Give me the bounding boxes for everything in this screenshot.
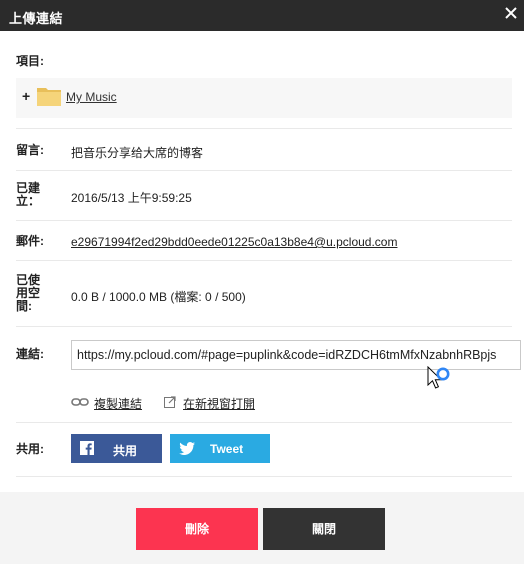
- divider: [16, 170, 512, 171]
- used-space-label-line: 間:: [16, 299, 32, 313]
- folder-link[interactable]: My Music: [66, 90, 117, 104]
- comment-value: 把音乐分享给大席的博客: [71, 146, 204, 160]
- facebook-icon: [80, 441, 94, 458]
- used-space-value: 0.0 B / 1000.0 MB (檔案: 0 / 500): [71, 290, 246, 304]
- close-button[interactable]: 關閉: [263, 508, 385, 550]
- created-label-line: 立：: [16, 194, 41, 208]
- email-label: 郵件:: [16, 234, 44, 248]
- dialog-titlebar: 上傳連結: [0, 0, 524, 31]
- comment-label: 留言:: [16, 143, 44, 157]
- twitter-icon: [179, 442, 195, 458]
- copy-link-button[interactable]: 複製連結: [94, 395, 142, 412]
- created-label: 已建 立：: [16, 182, 56, 208]
- open-new-window-button[interactable]: 在新視窗打開: [183, 395, 255, 412]
- dialog-footer: 刪除 關閉: [0, 492, 524, 564]
- facebook-share-button[interactable]: 共用: [71, 434, 162, 463]
- twitter-share-button[interactable]: Tweet: [170, 434, 270, 463]
- divider: [16, 128, 512, 129]
- divider: [16, 326, 512, 327]
- delete-button[interactable]: 刪除: [136, 508, 258, 550]
- email-value[interactable]: e29671994f2ed29bdd0eede01225c0a13b8e4@u.…: [71, 235, 397, 249]
- link-label: 連結:: [16, 347, 44, 361]
- share-label: 共用:: [16, 442, 44, 456]
- twitter-share-label: Tweet: [210, 442, 244, 456]
- created-value: 2016/5/13 上午9:59:25: [71, 191, 192, 205]
- folder-icon: [37, 86, 61, 106]
- external-link-icon: [164, 396, 176, 411]
- expand-icon[interactable]: +: [22, 88, 30, 104]
- divider: [16, 260, 512, 261]
- item-label: 項目:: [16, 54, 44, 68]
- divider: [16, 220, 512, 221]
- divider: [16, 422, 512, 423]
- divider: [16, 476, 512, 477]
- dialog-title: 上傳連結: [9, 11, 64, 26]
- close-icon[interactable]: [505, 7, 517, 19]
- link-icon: [71, 396, 89, 411]
- facebook-share-label: 共用: [113, 444, 138, 458]
- mouse-cursor-icon: [427, 365, 453, 397]
- item-row: + My Music: [16, 78, 512, 118]
- used-space-label: 已使 用空 間:: [16, 274, 56, 313]
- share-link-input[interactable]: https://my.pcloud.com/#page=puplink&code…: [71, 340, 521, 370]
